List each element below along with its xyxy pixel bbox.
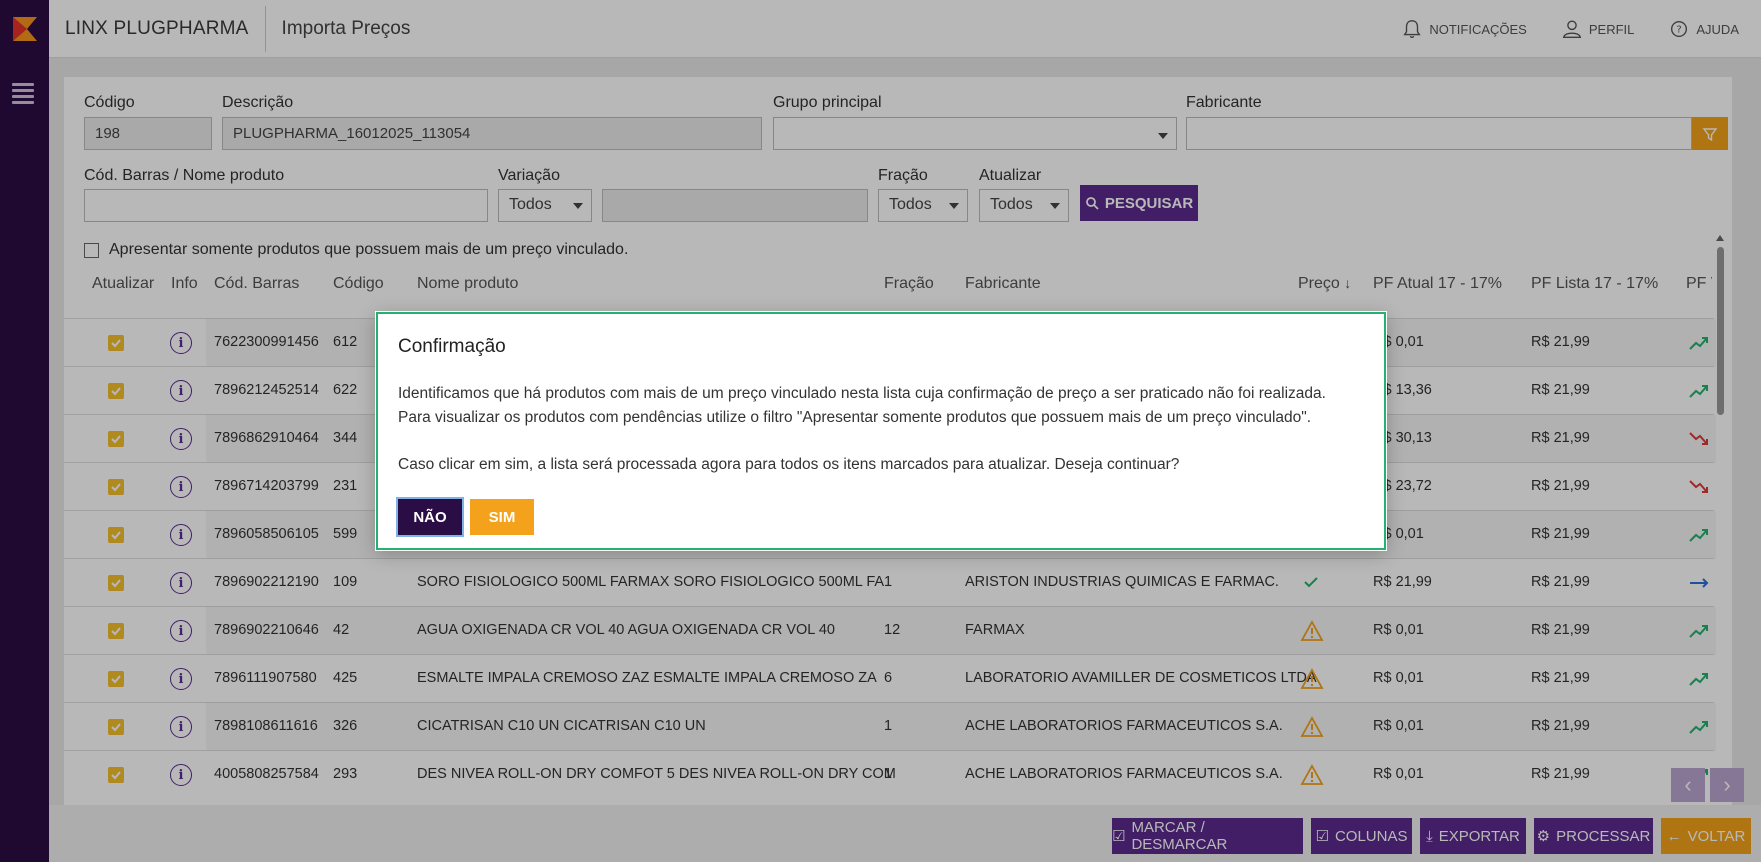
yes-button[interactable]: SIM: [470, 499, 534, 535]
dialog-message: Identificamos que há produtos com mais d…: [398, 382, 1364, 477]
dialog-line-2: Para visualizar os produtos com pendênci…: [398, 409, 1312, 426]
confirmation-dialog: Confirmação Identificamos que há produto…: [376, 312, 1386, 550]
dialog-line-1: Identificamos que há produtos com mais d…: [398, 385, 1326, 402]
no-button[interactable]: NÃO: [396, 497, 464, 537]
dialog-line-3: Caso clicar em sim, a lista será process…: [398, 456, 1180, 473]
dialog-title: Confirmação: [398, 336, 506, 357]
